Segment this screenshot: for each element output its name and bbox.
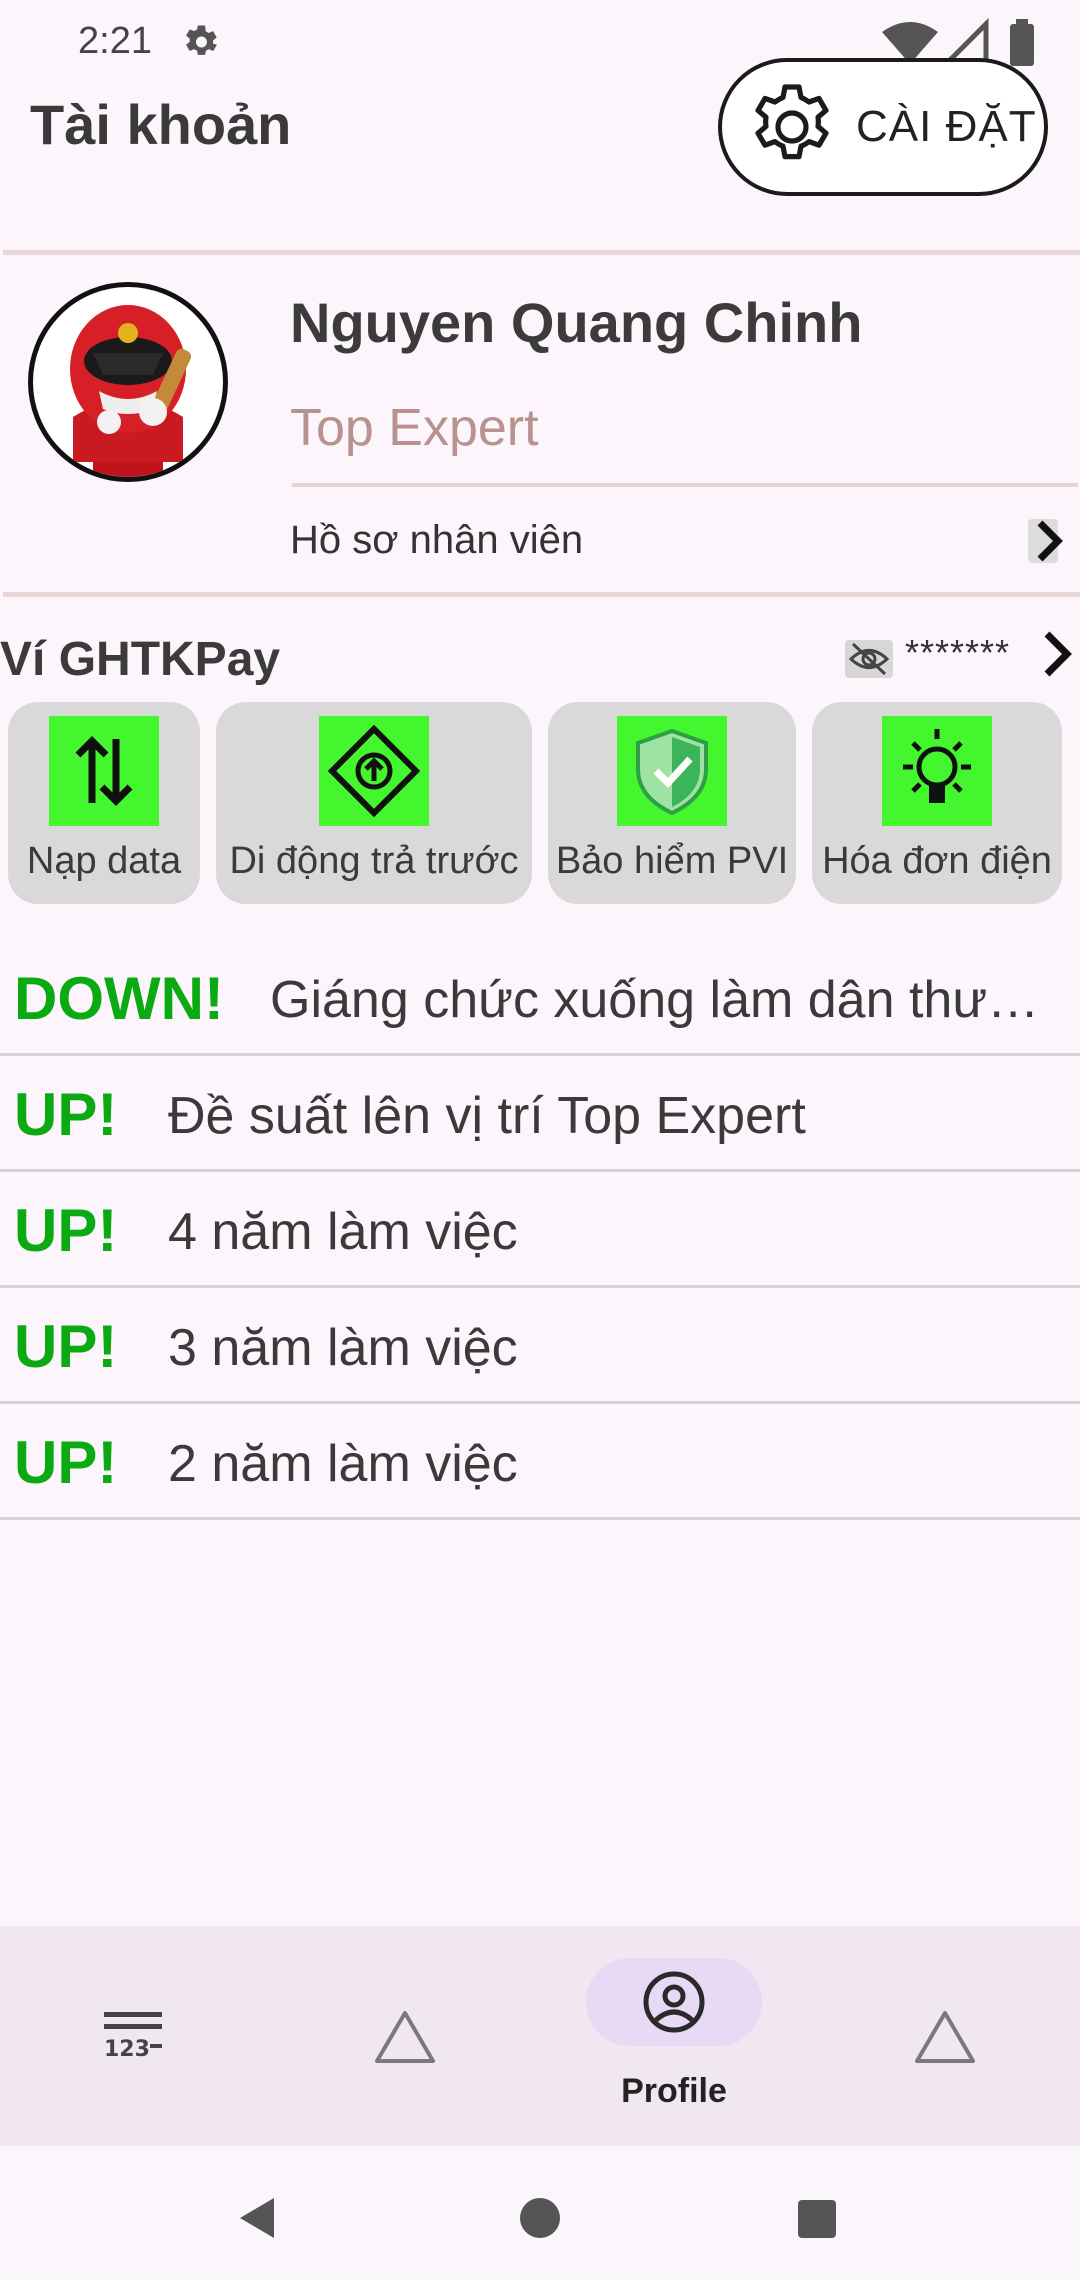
employee-profile-link[interactable]: Hồ sơ nhân viên: [290, 518, 583, 563]
nav-item-numbers[interactable]: 123: [0, 1926, 270, 2146]
service-tile-prepaid-mobile[interactable]: Di động trả trước: [216, 702, 532, 904]
lightbulb-icon: [882, 716, 992, 826]
shield-check-icon: [617, 716, 727, 826]
service-label: Nạp data: [26, 840, 182, 882]
status-time: 2:21: [78, 20, 152, 62]
direction-up-sign-icon: [319, 716, 429, 826]
list-item-text: 4 năm làm việc: [168, 1203, 518, 1261]
list-item[interactable]: UP! 4 năm làm việc: [0, 1172, 1080, 1288]
wallet-title: Ví GHTKPay: [0, 633, 281, 686]
status-tag: UP!: [14, 1313, 118, 1380]
nav-item-profile[interactable]: [586, 1958, 762, 2046]
list-item-text: 3 năm làm việc: [168, 1319, 518, 1377]
list-item[interactable]: UP! Đề suất lên vị trí Top Expert: [0, 1056, 1080, 1172]
settings-status-icon: [186, 25, 217, 55]
nav-profile-label[interactable]: Profile: [586, 2072, 762, 2111]
service-label: Bảo hiểm PVI: [555, 840, 789, 882]
numbers-list-icon: 123: [104, 2012, 162, 2062]
divider: [3, 592, 1080, 597]
recents-icon[interactable]: [796, 2198, 838, 2240]
back-icon[interactable]: [234, 2194, 278, 2242]
service-label: Di động trả trước: [229, 840, 519, 882]
status-tag: UP!: [14, 1197, 118, 1264]
service-tile-pvi-insurance[interactable]: Bảo hiểm PVI: [548, 702, 796, 904]
list-item-text: Đề suất lên vị trí Top Expert: [168, 1087, 806, 1145]
service-tile-top-up-data[interactable]: Nạp data: [8, 702, 200, 904]
svg-text:123: 123: [104, 2037, 150, 2062]
list-item[interactable]: UP! 3 năm làm việc: [0, 1288, 1080, 1404]
list-item-text: Giáng chức xuống làm dân thường: [270, 971, 1060, 1029]
page-title: Tài khoản: [30, 93, 292, 156]
data-transfer-icon: [49, 716, 159, 826]
status-tag: UP!: [14, 1429, 118, 1496]
chevron-right-icon[interactable]: [1033, 628, 1077, 680]
status-tag: UP!: [14, 1081, 118, 1148]
gear-icon: [755, 84, 829, 160]
settings-button-label: CÀI ĐẶT: [856, 102, 1037, 151]
system-navigation-bar: [0, 2146, 1080, 2280]
avatar[interactable]: [28, 282, 228, 482]
triangle-icon: [375, 2011, 435, 2063]
profile-icon: [643, 1971, 705, 2033]
wallet-balance: *******: [905, 632, 1011, 673]
divider: [292, 483, 1078, 487]
list-item-text: 2 năm làm việc: [168, 1435, 518, 1493]
eye-off-icon[interactable]: [845, 640, 893, 678]
service-tile-electricity-bill[interactable]: Hóa đơn điện: [812, 702, 1062, 904]
chevron-right-icon[interactable]: [1028, 515, 1072, 567]
triangle-icon: [915, 2011, 975, 2063]
status-tag: DOWN!: [14, 965, 224, 1032]
divider: [3, 250, 1080, 255]
user-name: Nguyen Quang Chinh: [290, 291, 863, 354]
settings-button[interactable]: CÀI ĐẶT: [718, 58, 1048, 196]
home-icon[interactable]: [518, 2196, 562, 2240]
service-label: Hóa đơn điện: [822, 840, 1052, 882]
nav-item-triangle-2[interactable]: [810, 1926, 1080, 2146]
list-item[interactable]: DOWN! Giáng chức xuống làm dân thường: [0, 940, 1080, 1056]
nav-item-triangle-1[interactable]: [270, 1926, 540, 2146]
user-role: Top Expert: [290, 399, 539, 457]
list-item[interactable]: UP! 2 năm làm việc: [0, 1404, 1080, 1520]
avatar-image: [70, 305, 192, 477]
